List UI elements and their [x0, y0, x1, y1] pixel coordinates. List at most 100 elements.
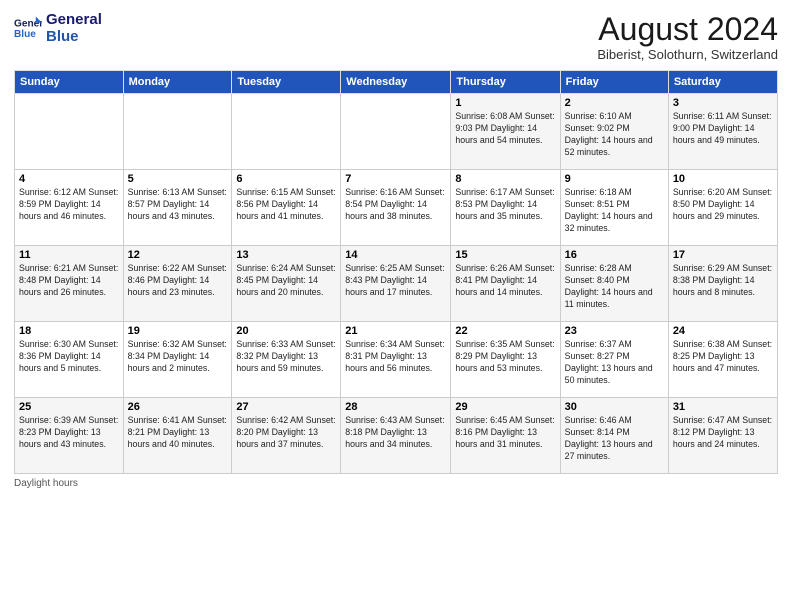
day-info: Sunrise: 6:47 AM Sunset: 8:12 PM Dayligh… [673, 415, 773, 451]
header-area: General Blue General Blue August 2024 Bi… [14, 12, 778, 62]
calendar-cell: 1Sunrise: 6:08 AM Sunset: 9:03 PM Daylig… [451, 94, 560, 170]
calendar-cell: 10 Sunrise: 6:20 AM Sunset: 8:50 PM Dayli… [668, 170, 777, 246]
calendar-cell: 5Sunrise: 6:13 AM Sunset: 8:57 PM Daylig… [123, 170, 232, 246]
day-info: Sunrise: 6:16 AM Sunset: 8:54 PM Dayligh… [345, 187, 446, 223]
day-info: Sunrise: 6:46 AM Sunset: 8:14 PM Dayligh… [565, 415, 664, 463]
day-number: 22 [455, 325, 555, 337]
day-info: Sunrise: 6:12 AM Sunset: 8:59 PM Dayligh… [19, 187, 119, 223]
day-number: 30 [565, 401, 664, 413]
day-info: Sunrise: 6:45 AM Sunset: 8:16 PM Dayligh… [455, 415, 555, 451]
day-number: 7 [345, 173, 446, 185]
day-info: Sunrise: 6:20 AM Sunset: 8:50 PM Dayligh… [673, 187, 773, 223]
weekday-header: Thursday [451, 71, 560, 94]
day-number: 10 [673, 173, 773, 185]
day-info: Sunrise: 6:34 AM Sunset: 8:31 PM Dayligh… [345, 339, 446, 375]
calendar-cell: 9 Sunrise: 6:18 AM Sunset: 8:51 PM Daylig… [560, 170, 668, 246]
day-info: Sunrise: 6:25 AM Sunset: 8:43 PM Dayligh… [345, 263, 446, 299]
day-number: 3 [673, 97, 773, 109]
calendar-cell: 2Sunrise: 6:10 AM Sunset: 9:02 PM Daylig… [560, 94, 668, 170]
calendar-cell: 23 Sunrise: 6:37 AM Sunset: 8:27 PM Dayli… [560, 322, 668, 398]
title-area: August 2024 Biberist, Solothurn, Switzer… [597, 12, 778, 62]
calendar-cell [15, 94, 124, 170]
day-info: Sunrise: 6:18 AM Sunset: 8:51 PM Dayligh… [565, 187, 664, 235]
calendar-cell: 12Sunrise: 6:22 AM Sunset: 8:46 PM Dayli… [123, 246, 232, 322]
calendar-cell: 15 Sunrise: 6:26 AM Sunset: 8:41 PM Dayli… [451, 246, 560, 322]
day-info: Sunrise: 6:24 AM Sunset: 8:45 PM Dayligh… [236, 263, 336, 299]
calendar-cell: 11 Sunrise: 6:21 AM Sunset: 8:48 PM Dayli… [15, 246, 124, 322]
day-number: 11 [19, 249, 119, 261]
calendar-cell: 16Sunrise: 6:28 AM Sunset: 8:40 PM Dayli… [560, 246, 668, 322]
calendar-cell: 27Sunrise: 6:42 AM Sunset: 8:20 PM Dayli… [232, 398, 341, 474]
day-number: 12 [128, 249, 228, 261]
svg-text:Blue: Blue [14, 28, 36, 39]
calendar-cell: 26 Sunrise: 6:41 AM Sunset: 8:21 PM Dayli… [123, 398, 232, 474]
day-info: Sunrise: 6:32 AM Sunset: 8:34 PM Dayligh… [128, 339, 228, 375]
calendar-cell: 28 Sunrise: 6:43 AM Sunset: 8:18 PM Dayli… [341, 398, 451, 474]
calendar-week-row: 18Sunrise: 6:30 AM Sunset: 8:36 PM Dayli… [15, 322, 778, 398]
calendar-week-row: 1Sunrise: 6:08 AM Sunset: 9:03 PM Daylig… [15, 94, 778, 170]
day-number: 15 [455, 249, 555, 261]
calendar-week-row: 11 Sunrise: 6:21 AM Sunset: 8:48 PM Dayli… [15, 246, 778, 322]
day-info: Sunrise: 6:08 AM Sunset: 9:03 PM Dayligh… [455, 111, 555, 147]
weekday-header: Monday [123, 71, 232, 94]
calendar-cell: 29Sunrise: 6:45 AM Sunset: 8:16 PM Dayli… [451, 398, 560, 474]
calendar-cell: 7 Sunrise: 6:16 AM Sunset: 8:54 PM Daylig… [341, 170, 451, 246]
day-info: Sunrise: 6:38 AM Sunset: 8:25 PM Dayligh… [673, 339, 773, 375]
day-info: Sunrise: 6:41 AM Sunset: 8:21 PM Dayligh… [128, 415, 228, 451]
weekday-header: Friday [560, 71, 668, 94]
weekday-header: Sunday [15, 71, 124, 94]
calendar-cell: 18Sunrise: 6:30 AM Sunset: 8:36 PM Dayli… [15, 322, 124, 398]
day-number: 21 [345, 325, 446, 337]
day-number: 26 [128, 401, 228, 413]
day-number: 25 [19, 401, 119, 413]
calendar-cell: 25 Sunrise: 6:39 AM Sunset: 8:23 PM Dayli… [15, 398, 124, 474]
weekday-header: Tuesday [232, 71, 341, 94]
day-number: 23 [565, 325, 664, 337]
calendar-header-row: SundayMondayTuesdayWednesdayThursdayFrid… [15, 71, 778, 94]
calendar-cell: 8 Sunrise: 6:17 AM Sunset: 8:53 PM Daylig… [451, 170, 560, 246]
day-number: 4 [19, 173, 119, 185]
calendar-cell [123, 94, 232, 170]
calendar-cell: 24 Sunrise: 6:38 AM Sunset: 8:25 PM Dayli… [668, 322, 777, 398]
footer-note: Daylight hours [14, 478, 778, 489]
day-number: 16 [565, 249, 664, 261]
calendar-week-row: 25 Sunrise: 6:39 AM Sunset: 8:23 PM Dayli… [15, 398, 778, 474]
month-title: August 2024 [597, 12, 778, 47]
day-number: 6 [236, 173, 336, 185]
calendar-cell: 14 Sunrise: 6:25 AM Sunset: 8:43 PM Dayli… [341, 246, 451, 322]
day-number: 24 [673, 325, 773, 337]
day-info: Sunrise: 6:26 AM Sunset: 8:41 PM Dayligh… [455, 263, 555, 299]
calendar-cell: 6 Sunrise: 6:15 AM Sunset: 8:56 PM Daylig… [232, 170, 341, 246]
calendar-cell: 21 Sunrise: 6:34 AM Sunset: 8:31 PM Dayli… [341, 322, 451, 398]
day-info: Sunrise: 6:10 AM Sunset: 9:02 PM Dayligh… [565, 111, 664, 159]
day-info: Sunrise: 6:17 AM Sunset: 8:53 PM Dayligh… [455, 187, 555, 223]
day-info: Sunrise: 6:13 AM Sunset: 8:57 PM Dayligh… [128, 187, 228, 223]
logo: General Blue General Blue [14, 12, 102, 45]
day-info: Sunrise: 6:43 AM Sunset: 8:18 PM Dayligh… [345, 415, 446, 451]
location-title: Biberist, Solothurn, Switzerland [597, 47, 778, 62]
calendar-cell: 19Sunrise: 6:32 AM Sunset: 8:34 PM Dayli… [123, 322, 232, 398]
day-info: Sunrise: 6:37 AM Sunset: 8:27 PM Dayligh… [565, 339, 664, 387]
day-number: 8 [455, 173, 555, 185]
day-info: Sunrise: 6:39 AM Sunset: 8:23 PM Dayligh… [19, 415, 119, 451]
day-info: Sunrise: 6:21 AM Sunset: 8:48 PM Dayligh… [19, 263, 119, 299]
day-number: 20 [236, 325, 336, 337]
logo-icon: General Blue [14, 15, 42, 43]
calendar-table: SundayMondayTuesdayWednesdayThursdayFrid… [14, 70, 778, 474]
calendar-cell: 22Sunrise: 6:35 AM Sunset: 8:29 PM Dayli… [451, 322, 560, 398]
day-info: Sunrise: 6:30 AM Sunset: 8:36 PM Dayligh… [19, 339, 119, 375]
day-info: Sunrise: 6:33 AM Sunset: 8:32 PM Dayligh… [236, 339, 336, 375]
day-info: Sunrise: 6:15 AM Sunset: 8:56 PM Dayligh… [236, 187, 336, 223]
calendar-cell: 31Sunrise: 6:47 AM Sunset: 8:12 PM Dayli… [668, 398, 777, 474]
calendar-cell [341, 94, 451, 170]
day-info: Sunrise: 6:11 AM Sunset: 9:00 PM Dayligh… [673, 111, 773, 147]
day-info: Sunrise: 6:29 AM Sunset: 8:38 PM Dayligh… [673, 263, 773, 299]
day-number: 28 [345, 401, 446, 413]
day-number: 9 [565, 173, 664, 185]
calendar-cell [232, 94, 341, 170]
calendar-cell: 17Sunrise: 6:29 AM Sunset: 8:38 PM Dayli… [668, 246, 777, 322]
calendar-week-row: 4 Sunrise: 6:12 AM Sunset: 8:59 PM Daylig… [15, 170, 778, 246]
day-number: 14 [345, 249, 446, 261]
calendar-cell: 13Sunrise: 6:24 AM Sunset: 8:45 PM Dayli… [232, 246, 341, 322]
calendar-cell: 3 Sunrise: 6:11 AM Sunset: 9:00 PM Daylig… [668, 94, 777, 170]
